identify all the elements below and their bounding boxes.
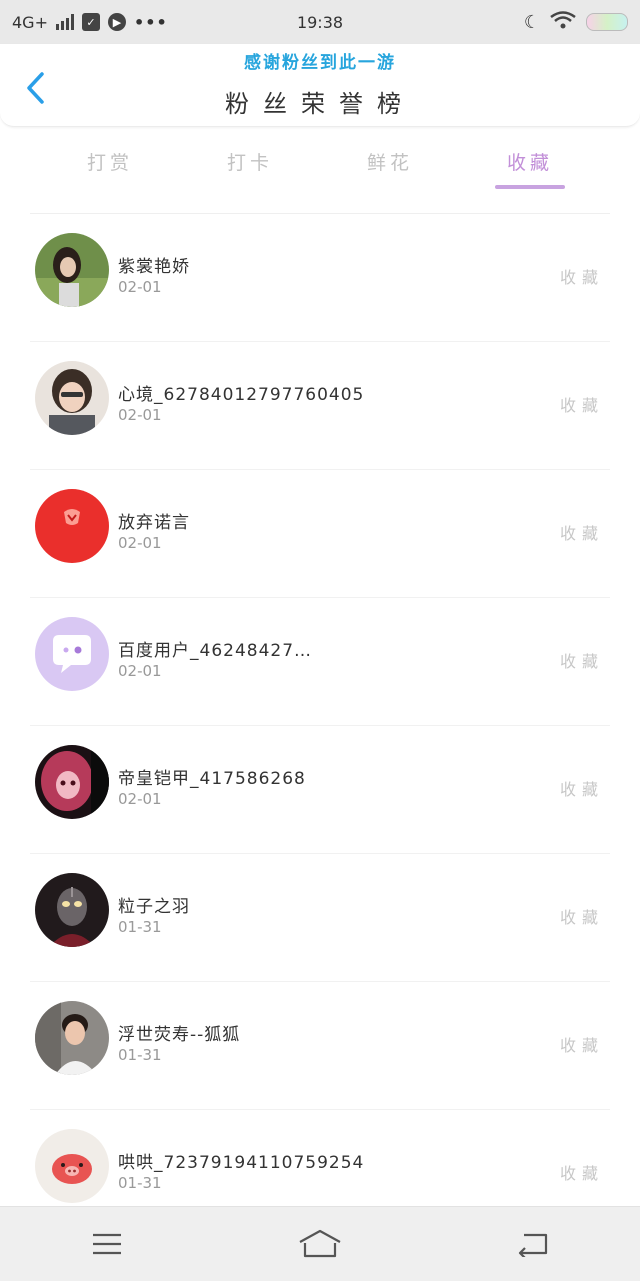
user-name: 放弃诺言 — [118, 513, 190, 533]
action-label: 收藏 — [559, 652, 604, 671]
tab-bar: 打赏 打卡 鲜花 收藏 — [40, 140, 600, 198]
tab-flowers[interactable]: 鲜花 — [320, 140, 460, 198]
clipboard-icon: ✓ — [81, 13, 100, 31]
action-label: 收藏 — [559, 1036, 604, 1055]
action-label: 收藏 — [559, 1164, 604, 1183]
avatar — [35, 745, 109, 819]
back-arrow-icon — [519, 1233, 548, 1257]
date-label: 02-01 — [118, 790, 162, 808]
avatar — [35, 361, 109, 435]
date-label: 02-01 — [118, 406, 162, 424]
tab-label: 打赏 — [86, 152, 133, 174]
home-icon — [299, 1229, 341, 1258]
tab-reward[interactable]: 打赏 — [40, 140, 180, 198]
back-nav-button[interactable] — [503, 1219, 563, 1269]
tab-checkin[interactable]: 打卡 — [180, 140, 320, 198]
signal-icon — [55, 14, 74, 30]
action-label: 收藏 — [559, 396, 604, 415]
list-item[interactable]: 浮世荧寿--狐狐 01-31 收藏 — [0, 982, 640, 1110]
date-label: 01-31 — [118, 1174, 162, 1192]
list-item[interactable]: 粒子之羽 01-31 收藏 — [0, 854, 640, 982]
user-name: 哄哄_72379194110759254 — [118, 1153, 365, 1173]
date-label: 02-01 — [118, 534, 162, 552]
list-item[interactable]: 紫裳艳娇 02-01 收藏 — [0, 214, 640, 342]
date-label: 02-01 — [118, 662, 162, 680]
list-item[interactable]: 心境_62784012797760405 02-01 收藏 — [0, 342, 640, 470]
list-item[interactable]: 百度用户_46248427… 02-01 收藏 — [0, 598, 640, 726]
tab-label: 打卡 — [226, 152, 273, 174]
user-name: 百度用户_46248427… — [118, 641, 313, 661]
user-name: 粒子之羽 — [118, 897, 190, 917]
user-name: 紫裳艳娇 — [118, 257, 190, 277]
more-dots-icon: ••• — [133, 12, 168, 32]
play-icon: ▶ — [107, 13, 126, 31]
home-button[interactable] — [290, 1219, 350, 1269]
tab-label: 鲜花 — [366, 152, 413, 174]
battery-icon — [586, 13, 628, 31]
avatar — [35, 489, 109, 563]
action-label: 收藏 — [559, 908, 604, 927]
menu-icon — [92, 1233, 121, 1255]
list-item[interactable]: 放弃诺言 02-01 收藏 — [0, 470, 640, 598]
avatar — [35, 1001, 109, 1075]
menu-button[interactable] — [77, 1219, 137, 1269]
network-type: 4G+ — [12, 12, 48, 32]
avatar — [35, 1129, 109, 1203]
avatar — [35, 617, 109, 691]
action-label: 收藏 — [559, 268, 604, 287]
user-name: 帝皇铠甲_417586268 — [118, 769, 306, 789]
tab-favorites[interactable]: 收藏 — [460, 140, 600, 198]
wifi-icon — [550, 11, 576, 33]
scrolling-notice: 感谢粉丝到此一游 — [244, 53, 396, 73]
user-name: 浮世荧寿--狐狐 — [118, 1025, 241, 1045]
fan-list: 紫裳艳娇 02-01 收藏 心境_62784012797760405 02-01… — [0, 214, 640, 1238]
avatar — [35, 233, 109, 307]
date-label: 02-01 — [118, 278, 162, 296]
list-item[interactable]: 帝皇铠甲_417586268 02-01 收藏 — [0, 726, 640, 854]
date-label: 01-31 — [118, 1046, 162, 1064]
page-title: 粉丝荣誉榜 — [225, 90, 415, 118]
date-label: 01-31 — [118, 918, 162, 936]
moon-icon: ☾ — [523, 11, 540, 33]
avatar — [35, 873, 109, 947]
action-label: 收藏 — [559, 780, 604, 799]
user-name: 心境_62784012797760405 — [118, 385, 365, 405]
system-nav-bar — [0, 1206, 640, 1281]
status-bar: 4G+ ✓ ▶ ••• 19:38 ☾ — [0, 0, 640, 44]
page-header: 感谢粉丝到此一游 粉丝荣誉榜 — [0, 44, 640, 127]
active-tab-indicator — [495, 185, 565, 189]
action-label: 收藏 — [559, 524, 604, 543]
tab-label: 收藏 — [506, 152, 553, 174]
